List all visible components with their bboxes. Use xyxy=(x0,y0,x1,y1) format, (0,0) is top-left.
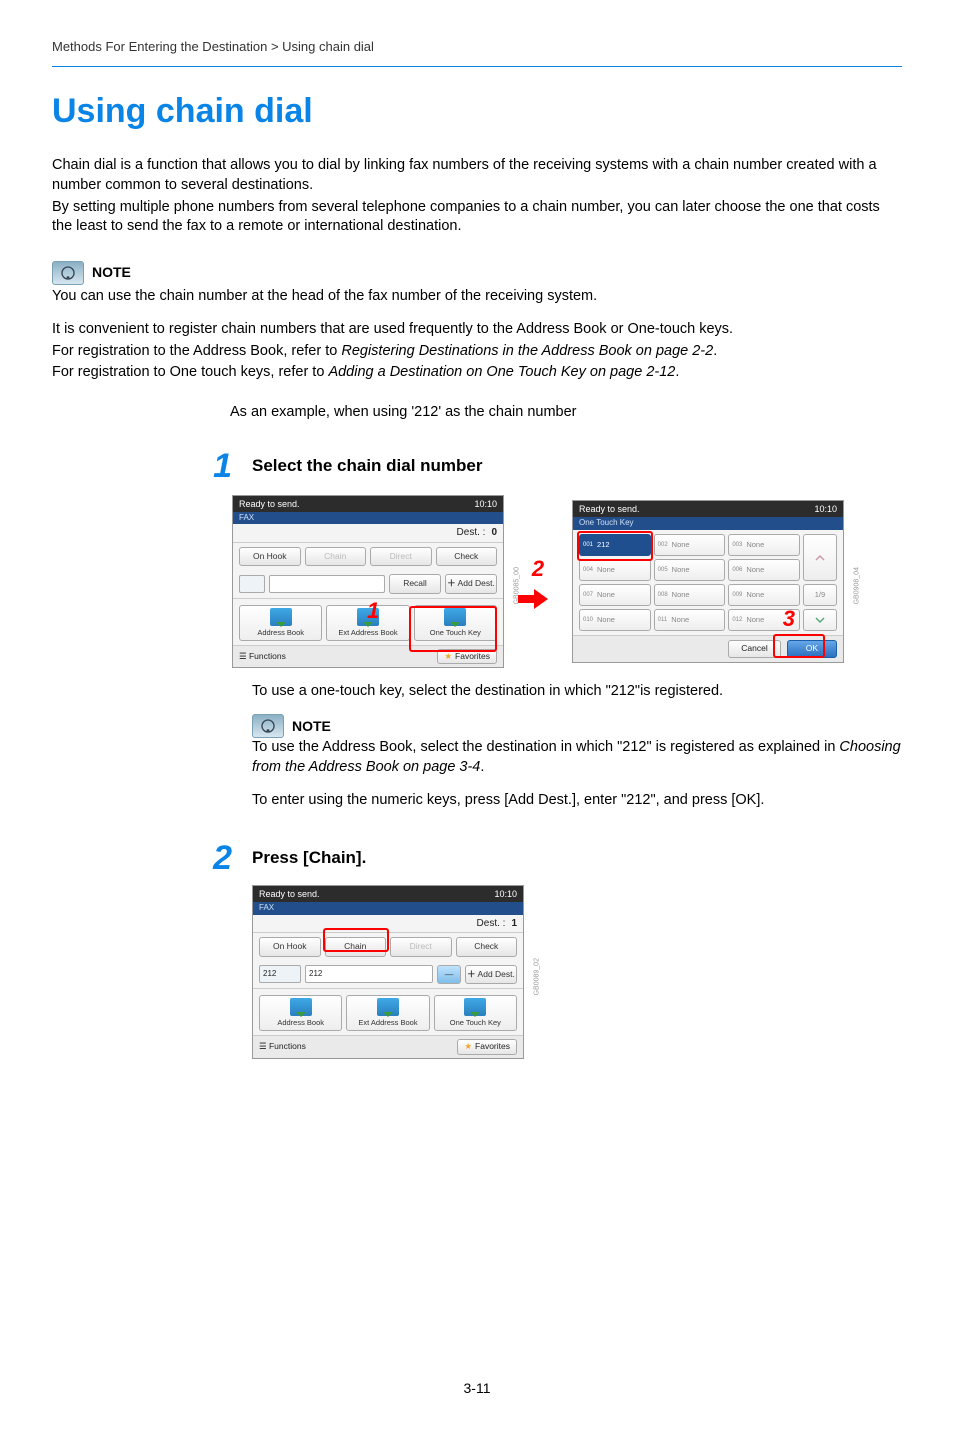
address-book-button[interactable]: Address Book xyxy=(259,995,342,1031)
on-hook-button[interactable]: On Hook xyxy=(239,547,301,566)
note-text: You can use the chain number at the head… xyxy=(52,287,902,307)
scroll-up-button[interactable] xyxy=(803,534,837,581)
clock-text: 10:10 xyxy=(814,503,837,515)
check-button[interactable]: Check xyxy=(436,547,498,566)
otk-cell[interactable]: 006None xyxy=(728,559,800,581)
mode-label: FAX xyxy=(233,512,503,525)
otk-cell[interactable]: 011None xyxy=(654,609,726,631)
chain-button[interactable]: Chain xyxy=(305,547,367,566)
otk-cell[interactable]: 003None xyxy=(728,534,800,556)
dest-label: Dest. : xyxy=(457,526,486,540)
scroll-down-button[interactable] xyxy=(803,609,837,631)
clock-text: 10:10 xyxy=(474,498,497,510)
direct-button[interactable]: Direct xyxy=(370,547,432,566)
check-button[interactable]: Check xyxy=(456,937,518,956)
dest-count: 1 xyxy=(511,917,517,931)
screen-code: GB0089_02 xyxy=(532,958,541,995)
functions-button[interactable]: ☰ Functions xyxy=(239,651,286,662)
otk-cell[interactable]: 004None xyxy=(579,559,651,581)
arrow-right-icon xyxy=(518,589,558,609)
one-touch-key-button[interactable]: One Touch Key xyxy=(414,605,497,641)
recall-button[interactable]: Recall xyxy=(389,574,441,593)
fax-screen-left: Ready to send. 10:10 FAX Dest. : 0 On Ho… xyxy=(232,495,504,669)
callout-1: 1 xyxy=(367,596,379,626)
dest-label: Dest. : xyxy=(477,917,506,931)
note-text: It is convenient to register chain numbe… xyxy=(52,320,902,340)
favorites-button[interactable]: ★Favorites xyxy=(457,1039,517,1054)
example-text: As an example, when using '212' as the c… xyxy=(230,403,902,423)
star-icon: ★ xyxy=(464,1041,472,1052)
chain-button[interactable]: Chain xyxy=(325,937,387,956)
fax-screen-step2: Ready to send. 10:10 FAX Dest. : 1 On Ho… xyxy=(252,885,524,1059)
cancel-button[interactable]: Cancel xyxy=(728,640,780,657)
otk-cell[interactable]: 010None xyxy=(579,609,651,631)
note-text: For registration to One touch keys, refe… xyxy=(52,363,902,383)
status-text: Ready to send. xyxy=(579,503,640,515)
step-text: To use a one-touch key, select the desti… xyxy=(252,682,902,702)
status-text: Ready to send. xyxy=(259,888,320,900)
add-dest-button[interactable]: ＋ Add Dest. xyxy=(445,574,497,593)
direct-button[interactable]: Direct xyxy=(390,937,452,956)
note-text: To use the Address Book, select the dest… xyxy=(252,738,902,777)
otk-cell[interactable]: 008None xyxy=(654,584,726,606)
step-number: 2 xyxy=(192,841,232,875)
dest-field[interactable] xyxy=(269,575,385,593)
dest-count: 0 xyxy=(491,526,497,540)
mode-label: One Touch Key xyxy=(573,517,843,530)
otk-cell[interactable]: 007None xyxy=(579,584,651,606)
clear-button[interactable]: — xyxy=(437,965,461,984)
fax-icon xyxy=(239,575,265,593)
one-touch-key-button[interactable]: One Touch Key xyxy=(434,995,517,1031)
note-icon xyxy=(52,261,84,285)
star-icon: ★ xyxy=(444,651,452,662)
ok-button[interactable]: OK xyxy=(787,640,837,657)
otk-cell[interactable]: 002None xyxy=(654,534,726,556)
callout-3: 3 xyxy=(783,604,795,634)
otk-cell[interactable]: 005None xyxy=(654,559,726,581)
step-number: 1 xyxy=(192,449,232,483)
note-text: For registration to the Address Book, re… xyxy=(52,342,902,362)
note-text: To enter using the numeric keys, press [… xyxy=(252,791,902,811)
otk-cell[interactable]: 009None xyxy=(728,584,800,606)
xref-link[interactable]: Adding a Destination on One Touch Key on… xyxy=(328,364,675,380)
ext-address-book-button[interactable]: Ext Address Book xyxy=(346,995,429,1031)
add-dest-button[interactable]: ＋ Add Dest. xyxy=(465,965,517,984)
page-number: 3-11 xyxy=(52,1379,902,1398)
screen-code: GB0908_04 xyxy=(852,568,861,605)
dest-field[interactable]: 212 xyxy=(305,965,433,983)
status-text: Ready to send. xyxy=(239,498,300,510)
favorites-button[interactable]: ★Favorites xyxy=(437,649,497,664)
pager-text: 1/9 xyxy=(803,584,837,606)
mode-label: FAX xyxy=(253,902,523,915)
dest-chip: 212 xyxy=(259,965,301,983)
clock-text: 10:10 xyxy=(494,888,517,900)
page-title: Using chain dial xyxy=(52,89,902,135)
intro-paragraph-2: By setting multiple phone numbers from s… xyxy=(52,198,902,237)
xref-link[interactable]: Registering Destinations in the Address … xyxy=(341,343,713,359)
on-hook-button[interactable]: On Hook xyxy=(259,937,321,956)
note-label: NOTE xyxy=(92,263,131,282)
note-icon xyxy=(252,714,284,738)
functions-button[interactable]: ☰ Functions xyxy=(259,1041,306,1052)
callout-2: 2 xyxy=(532,554,544,584)
one-touch-screen: Ready to send. 10:10 One Touch Key 00121… xyxy=(572,500,844,662)
intro-paragraph-1: Chain dial is a function that allows you… xyxy=(52,156,902,195)
breadcrumb: Methods For Entering the Destination > U… xyxy=(52,38,902,56)
step-title: Select the chain dial number xyxy=(252,455,483,478)
divider xyxy=(52,66,902,67)
step-title: Press [Chain]. xyxy=(252,847,366,870)
address-book-button[interactable]: Address Book xyxy=(239,605,322,641)
otk-cell[interactable]: 001212 xyxy=(579,534,651,556)
note-label: NOTE xyxy=(292,717,331,736)
